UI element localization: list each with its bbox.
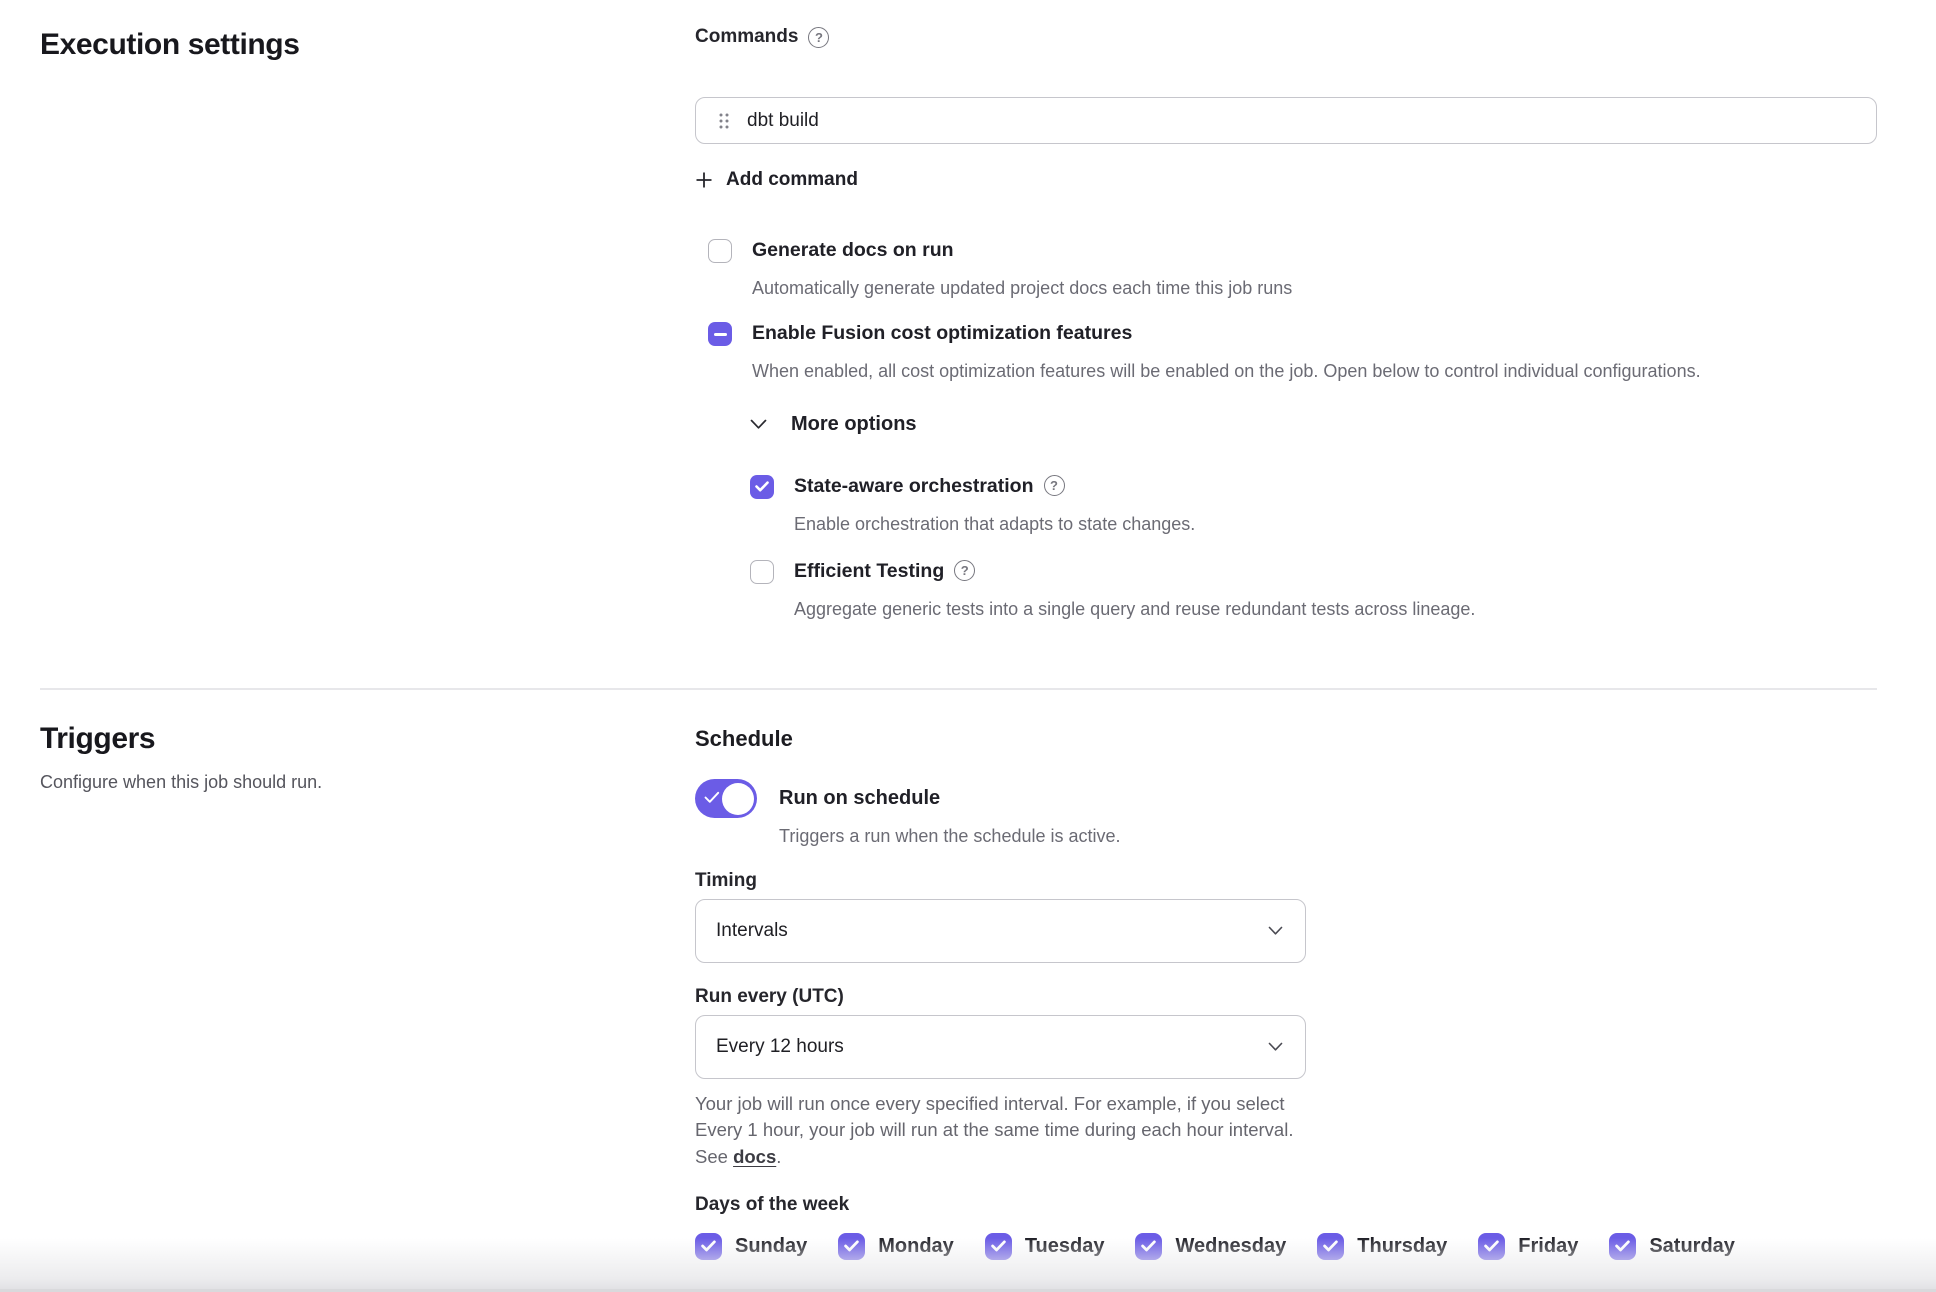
efficient-testing-help-icon[interactable] [954, 560, 975, 581]
efficient-testing-checkbox[interactable] [750, 560, 774, 584]
monday-checkbox[interactable] [838, 1233, 865, 1260]
chevron-down-icon [1268, 1042, 1283, 1052]
run-on-schedule-toggle[interactable] [695, 779, 757, 818]
run-every-select-value: Every 12 hours [716, 1036, 844, 1058]
state-aware-row: State-aware orchestration Enable orchest… [695, 474, 1877, 536]
day-label: Monday [878, 1235, 954, 1258]
check-icon [844, 1240, 859, 1252]
day-item-friday: Friday [1478, 1233, 1578, 1260]
day-label: Friday [1518, 1235, 1578, 1258]
fusion-optimization-label: Enable Fusion cost optimization features [752, 321, 1701, 345]
run-on-schedule-label: Run on schedule [779, 779, 1121, 818]
check-icon [755, 481, 769, 492]
check-icon [1484, 1240, 1499, 1252]
efficient-testing-row: Efficient Testing Aggregate generic test… [695, 559, 1877, 621]
thursday-checkbox[interactable] [1317, 1233, 1344, 1260]
day-label: Thursday [1357, 1235, 1447, 1258]
fusion-optimization-checkbox[interactable] [708, 322, 732, 346]
day-item-monday: Monday [838, 1233, 954, 1260]
triggers-title: Triggers [40, 722, 695, 756]
docs-link[interactable]: docs [733, 1146, 776, 1167]
day-item-wednesday: Wednesday [1135, 1233, 1286, 1260]
commands-help-icon[interactable] [808, 27, 829, 48]
indeterminate-dash-icon [714, 333, 727, 336]
state-aware-label: State-aware orchestration [794, 474, 1034, 498]
command-input[interactable] [747, 110, 1858, 132]
day-label: Wednesday [1175, 1235, 1286, 1258]
triggers-heading-block: Triggers Configure when this job should … [40, 720, 695, 793]
generate-docs-checkbox[interactable] [708, 239, 732, 263]
chevron-down-icon [1268, 926, 1283, 936]
schedule-heading: Schedule [695, 726, 1877, 752]
run-on-schedule-description: Triggers a run when the schedule is acti… [779, 826, 1121, 847]
generate-docs-row: Generate docs on run Automatically gener… [695, 238, 1877, 300]
friday-checkbox[interactable] [1478, 1233, 1505, 1260]
day-label: Sunday [735, 1235, 807, 1258]
state-aware-checkbox[interactable] [750, 475, 774, 499]
plus-icon [695, 171, 713, 189]
interval-help-text: Your job will run once every specified i… [695, 1091, 1301, 1170]
state-aware-description: Enable orchestration that adapts to stat… [794, 512, 1195, 536]
job-settings-page: Execution settings Commands [0, 0, 1936, 1260]
command-input-container [695, 97, 1877, 144]
timing-label: Timing [695, 870, 1877, 892]
fusion-optimization-description: When enabled, all cost optimization feat… [752, 359, 1701, 383]
add-command-button[interactable]: Add command [695, 169, 858, 191]
execution-settings-title: Execution settings [40, 28, 695, 62]
chevron-down-icon [750, 419, 767, 430]
more-options-toggle[interactable]: More options [750, 413, 917, 436]
toggle-check-icon [704, 791, 720, 804]
efficient-testing-label: Efficient Testing [794, 559, 944, 583]
run-on-schedule-row: Run on schedule Triggers a run when the … [695, 779, 1877, 847]
fusion-optimization-row: Enable Fusion cost optimization features… [695, 321, 1877, 383]
check-icon [991, 1240, 1006, 1252]
check-icon [701, 1240, 716, 1252]
day-item-thursday: Thursday [1317, 1233, 1447, 1260]
days-of-week-label: Days of the week [695, 1194, 1877, 1216]
check-icon [1615, 1240, 1630, 1252]
section-divider [40, 688, 1877, 690]
more-options-label: More options [791, 413, 917, 436]
run-every-label: Run every (UTC) [695, 986, 1877, 1008]
timing-select[interactable]: Intervals [695, 899, 1306, 963]
add-command-label: Add command [726, 169, 858, 191]
timing-select-value: Intervals [716, 920, 788, 942]
run-every-select[interactable]: Every 12 hours [695, 1015, 1306, 1079]
triggers-subtitle: Configure when this job should run. [40, 772, 695, 793]
triggers-content: Schedule Run on schedule Triggers a run … [695, 720, 1877, 1260]
day-item-saturday: Saturday [1609, 1233, 1735, 1260]
day-item-sunday: Sunday [695, 1233, 807, 1260]
toggle-knob [722, 783, 754, 815]
wednesday-checkbox[interactable] [1135, 1233, 1162, 1260]
day-item-tuesday: Tuesday [985, 1233, 1105, 1260]
tuesday-checkbox[interactable] [985, 1233, 1012, 1260]
generate-docs-description: Automatically generate updated project d… [752, 276, 1292, 300]
check-icon [1141, 1240, 1156, 1252]
commands-label-row: Commands [695, 26, 1877, 48]
efficient-testing-description: Aggregate generic tests into a single qu… [794, 597, 1475, 621]
drag-handle-icon[interactable] [718, 112, 730, 130]
triggers-section: Triggers Configure when this job should … [40, 720, 1877, 1260]
day-label: Saturday [1649, 1235, 1735, 1258]
execution-settings-section: Execution settings Commands [40, 26, 1877, 621]
sunday-checkbox[interactable] [695, 1233, 722, 1260]
saturday-checkbox[interactable] [1609, 1233, 1636, 1260]
commands-label: Commands [695, 26, 798, 48]
day-label: Tuesday [1025, 1235, 1105, 1258]
generate-docs-label: Generate docs on run [752, 238, 1292, 262]
execution-settings-content: Commands Add command [695, 26, 1877, 621]
days-of-week-row: Sunday Monday Tuesday Wednesday Thursday [695, 1233, 1877, 1260]
check-icon [1323, 1240, 1338, 1252]
state-aware-help-icon[interactable] [1044, 475, 1065, 496]
